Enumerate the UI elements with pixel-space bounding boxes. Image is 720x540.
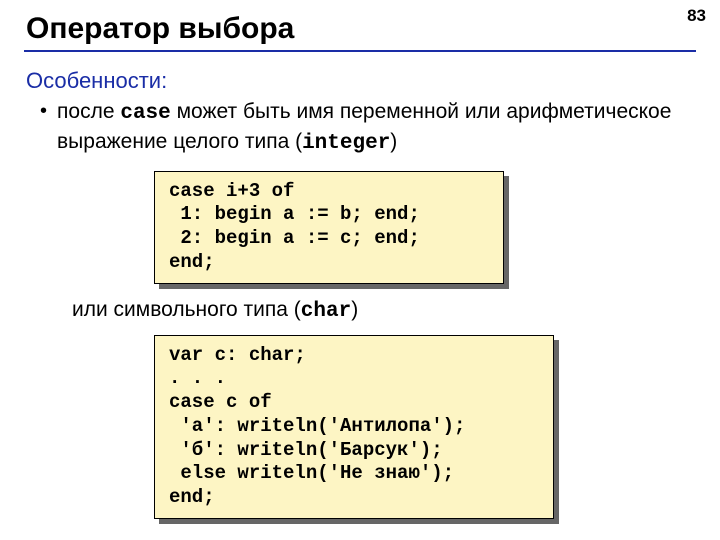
bullet-dot-icon: • [40, 98, 47, 125]
slide-page: 83 Оператор выбора Особенности: • после … [0, 0, 720, 540]
bullet-text: после case может быть имя переменной или… [57, 98, 696, 159]
code-block-1: case i+3 of 1: begin a := b; end; 2: beg… [154, 171, 504, 284]
page-number: 83 [687, 6, 706, 26]
bullet-post: ) [390, 130, 397, 153]
code-content-1: case i+3 of 1: begin a := b; end; 2: beg… [154, 171, 504, 284]
code-block-2: var c: char; . . . case c of 'а': writel… [154, 335, 554, 519]
keyword-integer: integer [302, 132, 390, 155]
bullet-pre: после [57, 100, 120, 123]
slide-title: Оператор выбора [26, 12, 696, 46]
follow-text: или символьного типа (char) [72, 298, 696, 323]
keyword-char: char [301, 300, 351, 323]
code-content-2: var c: char; . . . case c of 'а': writel… [154, 335, 554, 519]
title-underline [24, 50, 696, 52]
follow-pre: или символьного типа ( [72, 298, 301, 321]
bullet-item: • после case может быть имя переменной и… [40, 98, 696, 159]
section-subtitle: Особенности: [26, 68, 696, 94]
keyword-case: case [120, 102, 170, 125]
follow-post: ) [351, 298, 358, 321]
